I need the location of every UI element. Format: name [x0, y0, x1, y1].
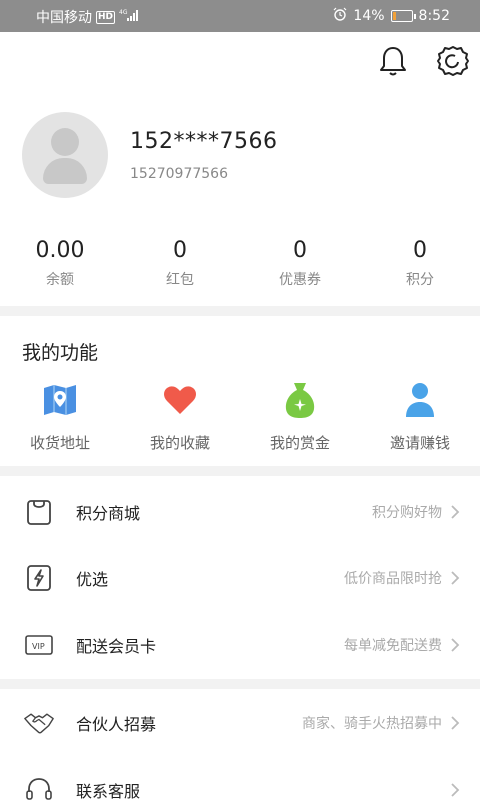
avatar-body-shape — [43, 158, 87, 184]
stat-label: 余额 — [46, 272, 74, 288]
menu-label: 积分商城 — [76, 504, 141, 523]
heart-icon — [120, 380, 240, 420]
chevron-right-icon — [448, 715, 462, 731]
section-divider — [0, 306, 480, 316]
func-label: 我的赏金 — [269, 434, 330, 452]
menu-delivery-card[interactable]: VIP 配送会员卡 每单减免配送费 — [0, 612, 480, 678]
profile-names: 152****7566 15270977566 — [130, 129, 277, 182]
carrier-label: 中国移动 — [36, 10, 92, 26]
menu-label: 优选 — [76, 570, 109, 589]
chevron-right-icon — [448, 570, 462, 586]
user-nickname: 152****7566 — [130, 128, 278, 154]
menu-desc: 低价商品限时抢 — [344, 571, 442, 587]
status-bar: 中国移动 HD 4G 14% 8:52 — [0, 0, 480, 32]
avatar-head-shape — [51, 128, 79, 156]
menu-desc: 商家、骑手火热招募中 — [302, 716, 442, 732]
stat-label: 积分 — [406, 272, 434, 288]
func-label: 我的收藏 — [149, 434, 210, 452]
func-invite[interactable]: 邀请赚钱 — [360, 380, 480, 453]
vip-card-icon: VIP — [24, 630, 54, 660]
account-stats: 0.00 余额 0 红包 0 优惠券 0 积分 — [0, 238, 480, 289]
person-icon — [360, 380, 480, 420]
notification-bell-icon[interactable] — [376, 44, 410, 78]
stat-balance[interactable]: 0.00 余额 — [0, 238, 120, 289]
stat-value: 0 — [413, 238, 427, 263]
settings-gear-icon[interactable] — [436, 44, 470, 78]
clock: 8:52 — [418, 8, 450, 24]
section-divider — [0, 679, 480, 689]
profile-header[interactable]: 152****7566 15270977566 — [22, 112, 277, 198]
func-label: 收货地址 — [29, 434, 90, 452]
menu-selection[interactable]: 优选 低价商品限时抢 — [0, 545, 480, 611]
menu-desc: 每单减免配送费 — [344, 638, 442, 654]
func-label: 邀请赚钱 — [389, 434, 450, 452]
stat-value: 0.00 — [35, 238, 85, 263]
chevron-right-icon — [448, 782, 462, 798]
money-bag-icon — [240, 380, 360, 420]
stat-label: 优惠券 — [279, 272, 321, 288]
status-right: 14% 8:52 — [333, 7, 450, 25]
signal-icon: 4G — [119, 8, 139, 26]
func-address[interactable]: 收货地址 — [0, 380, 120, 453]
map-pin-icon — [0, 380, 120, 420]
svg-text:VIP: VIP — [32, 642, 45, 651]
functions-grid: 收货地址 我的收藏 我的赏金 邀请赚钱 — [0, 380, 480, 453]
lightning-icon — [24, 563, 54, 593]
menu-customer-service[interactable]: 联系客服 — [0, 757, 480, 800]
battery-fill — [392, 12, 396, 20]
battery-percent: 14% — [353, 8, 385, 24]
handshake-icon — [24, 708, 54, 738]
functions-title: 我的功能 — [22, 342, 99, 364]
stat-points[interactable]: 0 积分 — [360, 238, 480, 289]
status-left: 中国移动 HD 4G — [36, 7, 139, 27]
func-bounty[interactable]: 我的赏金 — [240, 380, 360, 453]
stat-value: 0 — [173, 238, 187, 263]
menu-desc: 积分购好物 — [372, 505, 442, 521]
menu-points-mall[interactable]: 积分商城 积分购好物 — [0, 479, 480, 545]
func-favorites[interactable]: 我的收藏 — [120, 380, 240, 453]
chevron-right-icon — [448, 504, 462, 520]
menu-label: 联系客服 — [76, 782, 141, 800]
avatar[interactable] — [22, 112, 108, 198]
battery-icon — [390, 10, 416, 22]
user-phone: 15270977566 — [130, 165, 228, 182]
stat-red-packet[interactable]: 0 红包 — [120, 238, 240, 289]
chevron-right-icon — [448, 637, 462, 653]
menu-partner-recruit[interactable]: 合伙人招募 商家、骑手火热招募中 — [0, 690, 480, 756]
section-divider — [0, 466, 480, 476]
hd-badge: HD — [96, 10, 116, 24]
stat-label: 红包 — [166, 272, 194, 288]
menu-label: 合伙人招募 — [76, 715, 157, 734]
alarm-icon — [333, 7, 347, 25]
header-actions — [376, 44, 470, 78]
network-type: 4G — [119, 9, 128, 16]
shopping-bag-icon — [24, 497, 54, 527]
stat-coupons[interactable]: 0 优惠券 — [240, 238, 360, 289]
stat-value: 0 — [293, 238, 307, 263]
headset-icon — [24, 775, 54, 800]
menu-label: 配送会员卡 — [76, 637, 157, 656]
